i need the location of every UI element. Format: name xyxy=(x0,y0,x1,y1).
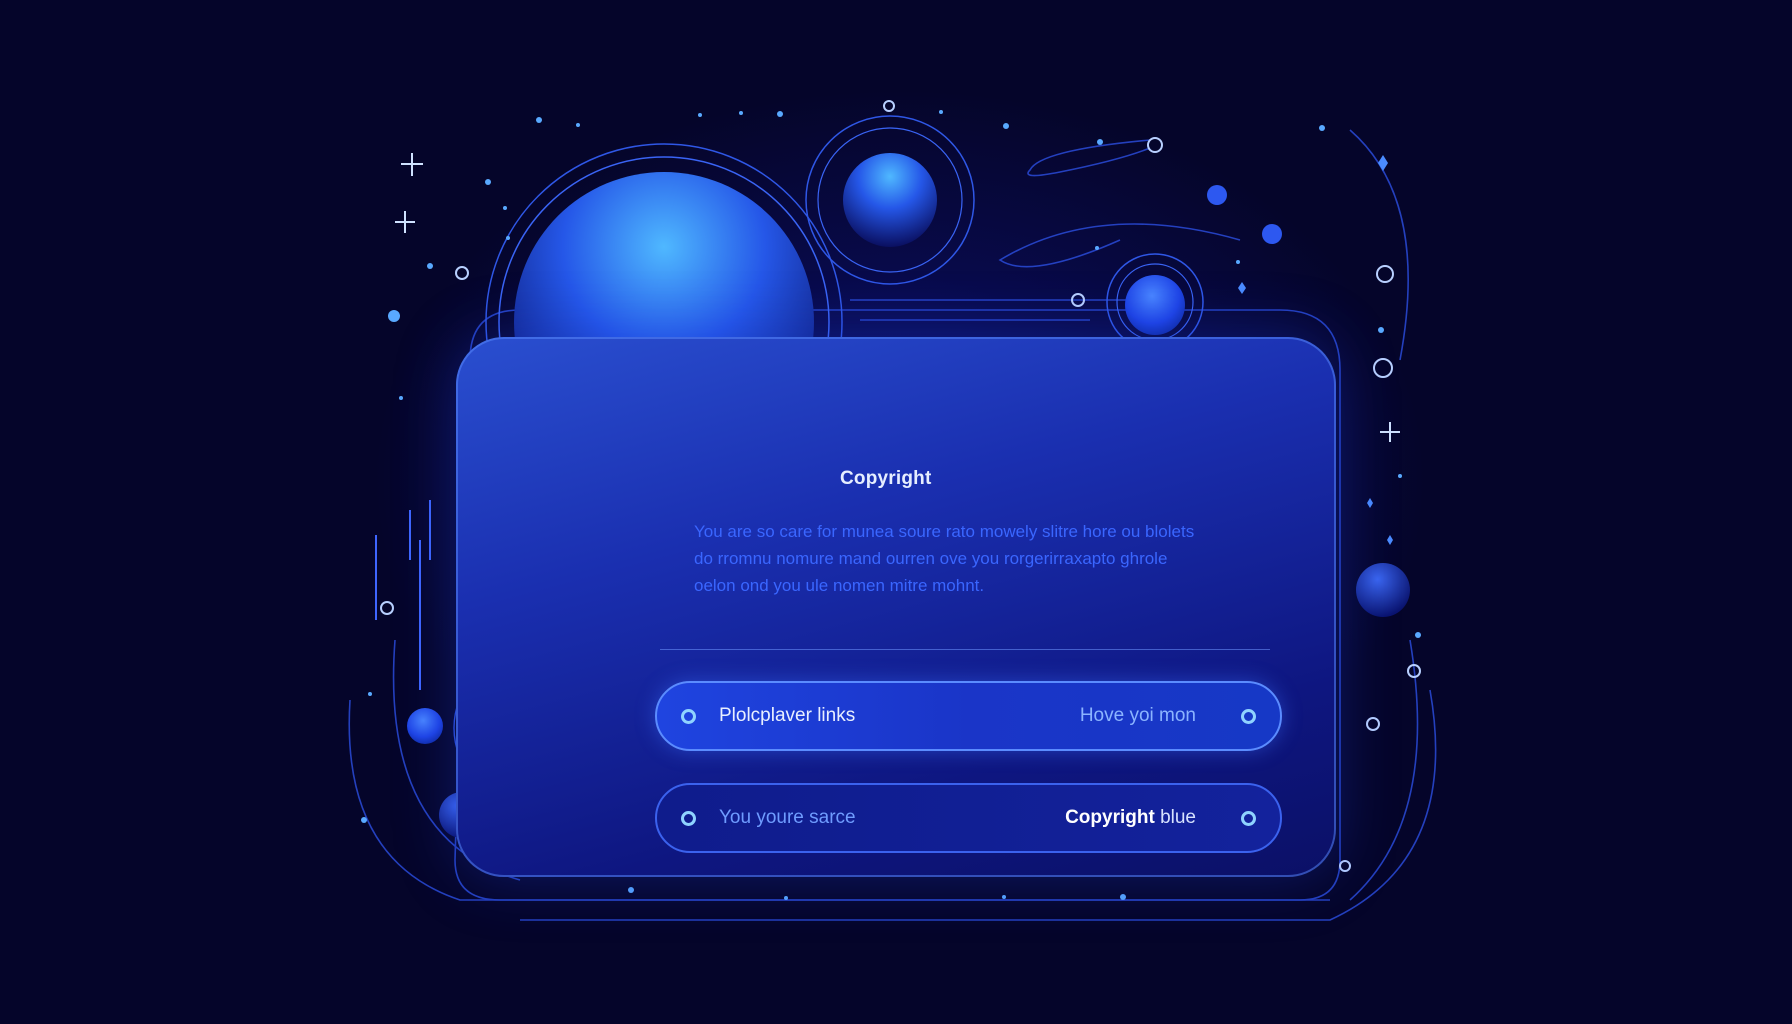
link-label: Plolcplaver links xyxy=(719,705,856,726)
bullet-icon xyxy=(681,708,696,724)
divider xyxy=(660,649,1270,650)
link-label: You youre sarce xyxy=(719,807,856,828)
bullet-icon xyxy=(1241,708,1256,724)
link-button-primary[interactable]: Plolcplaver links Hove yoi mon xyxy=(655,681,1282,751)
body-line: You are so care for munea soure rato mow… xyxy=(694,522,1195,541)
body-line: do rromnu nomure mand ourren ove you ror… xyxy=(694,549,1168,568)
link-sublabel-rest: blue xyxy=(1154,807,1196,828)
body-line: oelon ond you ule nomen mitre mohnt. xyxy=(694,576,985,595)
link-sublabel-bold: Copyright xyxy=(1065,807,1155,828)
bullet-icon xyxy=(681,810,696,826)
link-button-secondary[interactable]: You youre sarce Copyright blue xyxy=(655,783,1282,853)
bullet-icon xyxy=(1241,810,1256,826)
link-sublabel: Copyright blue xyxy=(1065,807,1196,829)
card-body: You are so care for munea soure rato mow… xyxy=(694,518,1254,599)
link-sublabel: Hove yoi mon xyxy=(1079,705,1196,726)
card-title: Copyright xyxy=(840,468,932,489)
